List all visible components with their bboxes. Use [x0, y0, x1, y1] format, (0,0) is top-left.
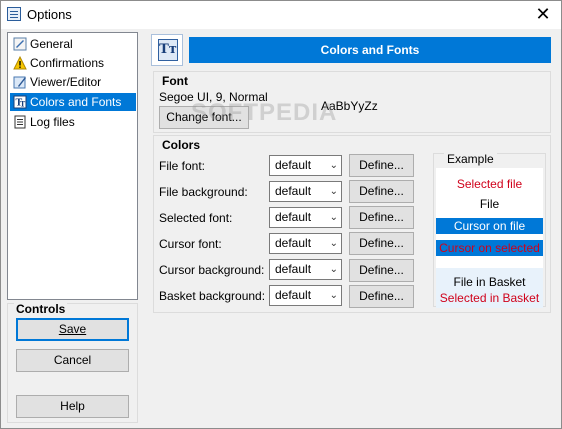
- window-app-icon: [7, 7, 21, 21]
- font-group-label: Font: [162, 74, 188, 88]
- viewer-icon: [13, 76, 26, 89]
- example-label: Example: [444, 152, 497, 166]
- save-button[interactable]: Save: [16, 318, 129, 341]
- controls-label: Controls: [14, 302, 68, 316]
- font-icon: Tт: [158, 39, 178, 61]
- tree-item-confirmations[interactable]: Confirmations: [10, 54, 136, 72]
- controls-group: Controls Save Cancel Help: [7, 302, 138, 423]
- select-value: default: [275, 184, 312, 198]
- example-cursor-on-file: Cursor on file: [436, 218, 543, 234]
- general-icon: [13, 37, 27, 51]
- chevron-down-icon: ⌄: [329, 186, 338, 197]
- cancel-button[interactable]: Cancel: [16, 349, 129, 372]
- options-tree: General Confirmations Viewer/Editor T T: [7, 32, 138, 300]
- define-file-font-button[interactable]: Define...: [349, 154, 414, 177]
- select-value: default: [275, 262, 312, 276]
- example-file: File: [436, 196, 543, 212]
- cursor-background-select[interactable]: default ⌄: [269, 259, 342, 280]
- file-background-label: File background:: [159, 185, 248, 199]
- tree-item-label: Confirmations: [30, 56, 105, 70]
- close-button[interactable]: ✕: [531, 3, 555, 25]
- example-selected-in-basket: Selected in Basket: [436, 290, 543, 306]
- define-selected-font-button[interactable]: Define...: [349, 206, 414, 229]
- change-font-button[interactable]: Change font...: [159, 106, 249, 129]
- save-label: Save: [58, 322, 87, 336]
- help-label: Help: [60, 399, 85, 413]
- select-value: default: [275, 210, 312, 224]
- basket-background-label: Basket background:: [159, 289, 266, 303]
- help-button[interactable]: Help: [16, 395, 129, 418]
- options-window: Options ✕ General Confirmations Viewer/E…: [0, 0, 562, 429]
- selected-font-label: Selected font:: [159, 211, 233, 225]
- page-title: Colors and Fonts: [189, 37, 551, 63]
- define-basket-background-button[interactable]: Define...: [349, 285, 414, 308]
- tree-item-label: General: [30, 37, 73, 51]
- tree-item-label: Log files: [30, 115, 75, 129]
- page-icon: Tт: [151, 34, 183, 66]
- chevron-down-icon: ⌄: [329, 264, 338, 275]
- define-cursor-font-button[interactable]: Define...: [349, 232, 414, 255]
- example-group: Example Selected file File Cursor on fil…: [433, 152, 546, 308]
- select-value: default: [275, 158, 312, 172]
- tree-item-colors-and-fonts[interactable]: T T Colors and Fonts: [10, 93, 136, 111]
- example-selected-file: Selected file: [436, 176, 543, 192]
- select-value: default: [275, 288, 312, 302]
- example-file-in-basket: File in Basket: [436, 274, 543, 290]
- font-group: Font Segoe UI, 9, Normal Change font... …: [153, 71, 551, 133]
- example-cursor-on-selected: Cursor on selected: [436, 240, 543, 256]
- define-file-background-button[interactable]: Define...: [349, 180, 414, 203]
- tree-item-label: Viewer/Editor: [30, 75, 102, 89]
- cursor-background-label: Cursor background:: [159, 263, 265, 277]
- log-icon: [14, 115, 26, 129]
- colors-group-label: Colors: [162, 138, 201, 152]
- file-background-select[interactable]: default ⌄: [269, 181, 342, 202]
- font-preview: AaBbYyZz: [321, 99, 378, 113]
- tree-item-label: Colors and Fonts: [30, 95, 122, 109]
- example-preview: Selected file File Cursor on file Cursor…: [436, 168, 543, 308]
- basket-background-select[interactable]: default ⌄: [269, 285, 342, 306]
- cancel-label: Cancel: [53, 353, 92, 367]
- tree-item-log-files[interactable]: Log files: [10, 113, 136, 131]
- chevron-down-icon: ⌄: [329, 160, 338, 171]
- file-font-select[interactable]: default ⌄: [269, 155, 342, 176]
- cursor-font-label: Cursor font:: [159, 237, 222, 251]
- select-value: default: [275, 236, 312, 250]
- title-bar: Options ✕: [1, 1, 561, 29]
- tree-item-viewer-editor[interactable]: Viewer/Editor: [10, 73, 136, 91]
- chevron-down-icon: ⌄: [329, 238, 338, 249]
- warning-icon: [13, 56, 27, 70]
- tree-item-general[interactable]: General: [10, 35, 136, 53]
- svg-text:T: T: [20, 100, 26, 109]
- define-cursor-background-button[interactable]: Define...: [349, 259, 414, 282]
- selected-font-select[interactable]: default ⌄: [269, 207, 342, 228]
- file-font-label: File font:: [159, 159, 206, 173]
- chevron-down-icon: ⌄: [329, 212, 338, 223]
- cursor-font-select[interactable]: default ⌄: [269, 233, 342, 254]
- chevron-down-icon: ⌄: [329, 290, 338, 301]
- window-title: Options: [27, 7, 72, 22]
- font-icon: T T: [13, 95, 27, 109]
- current-font-text: Segoe UI, 9, Normal: [159, 90, 268, 104]
